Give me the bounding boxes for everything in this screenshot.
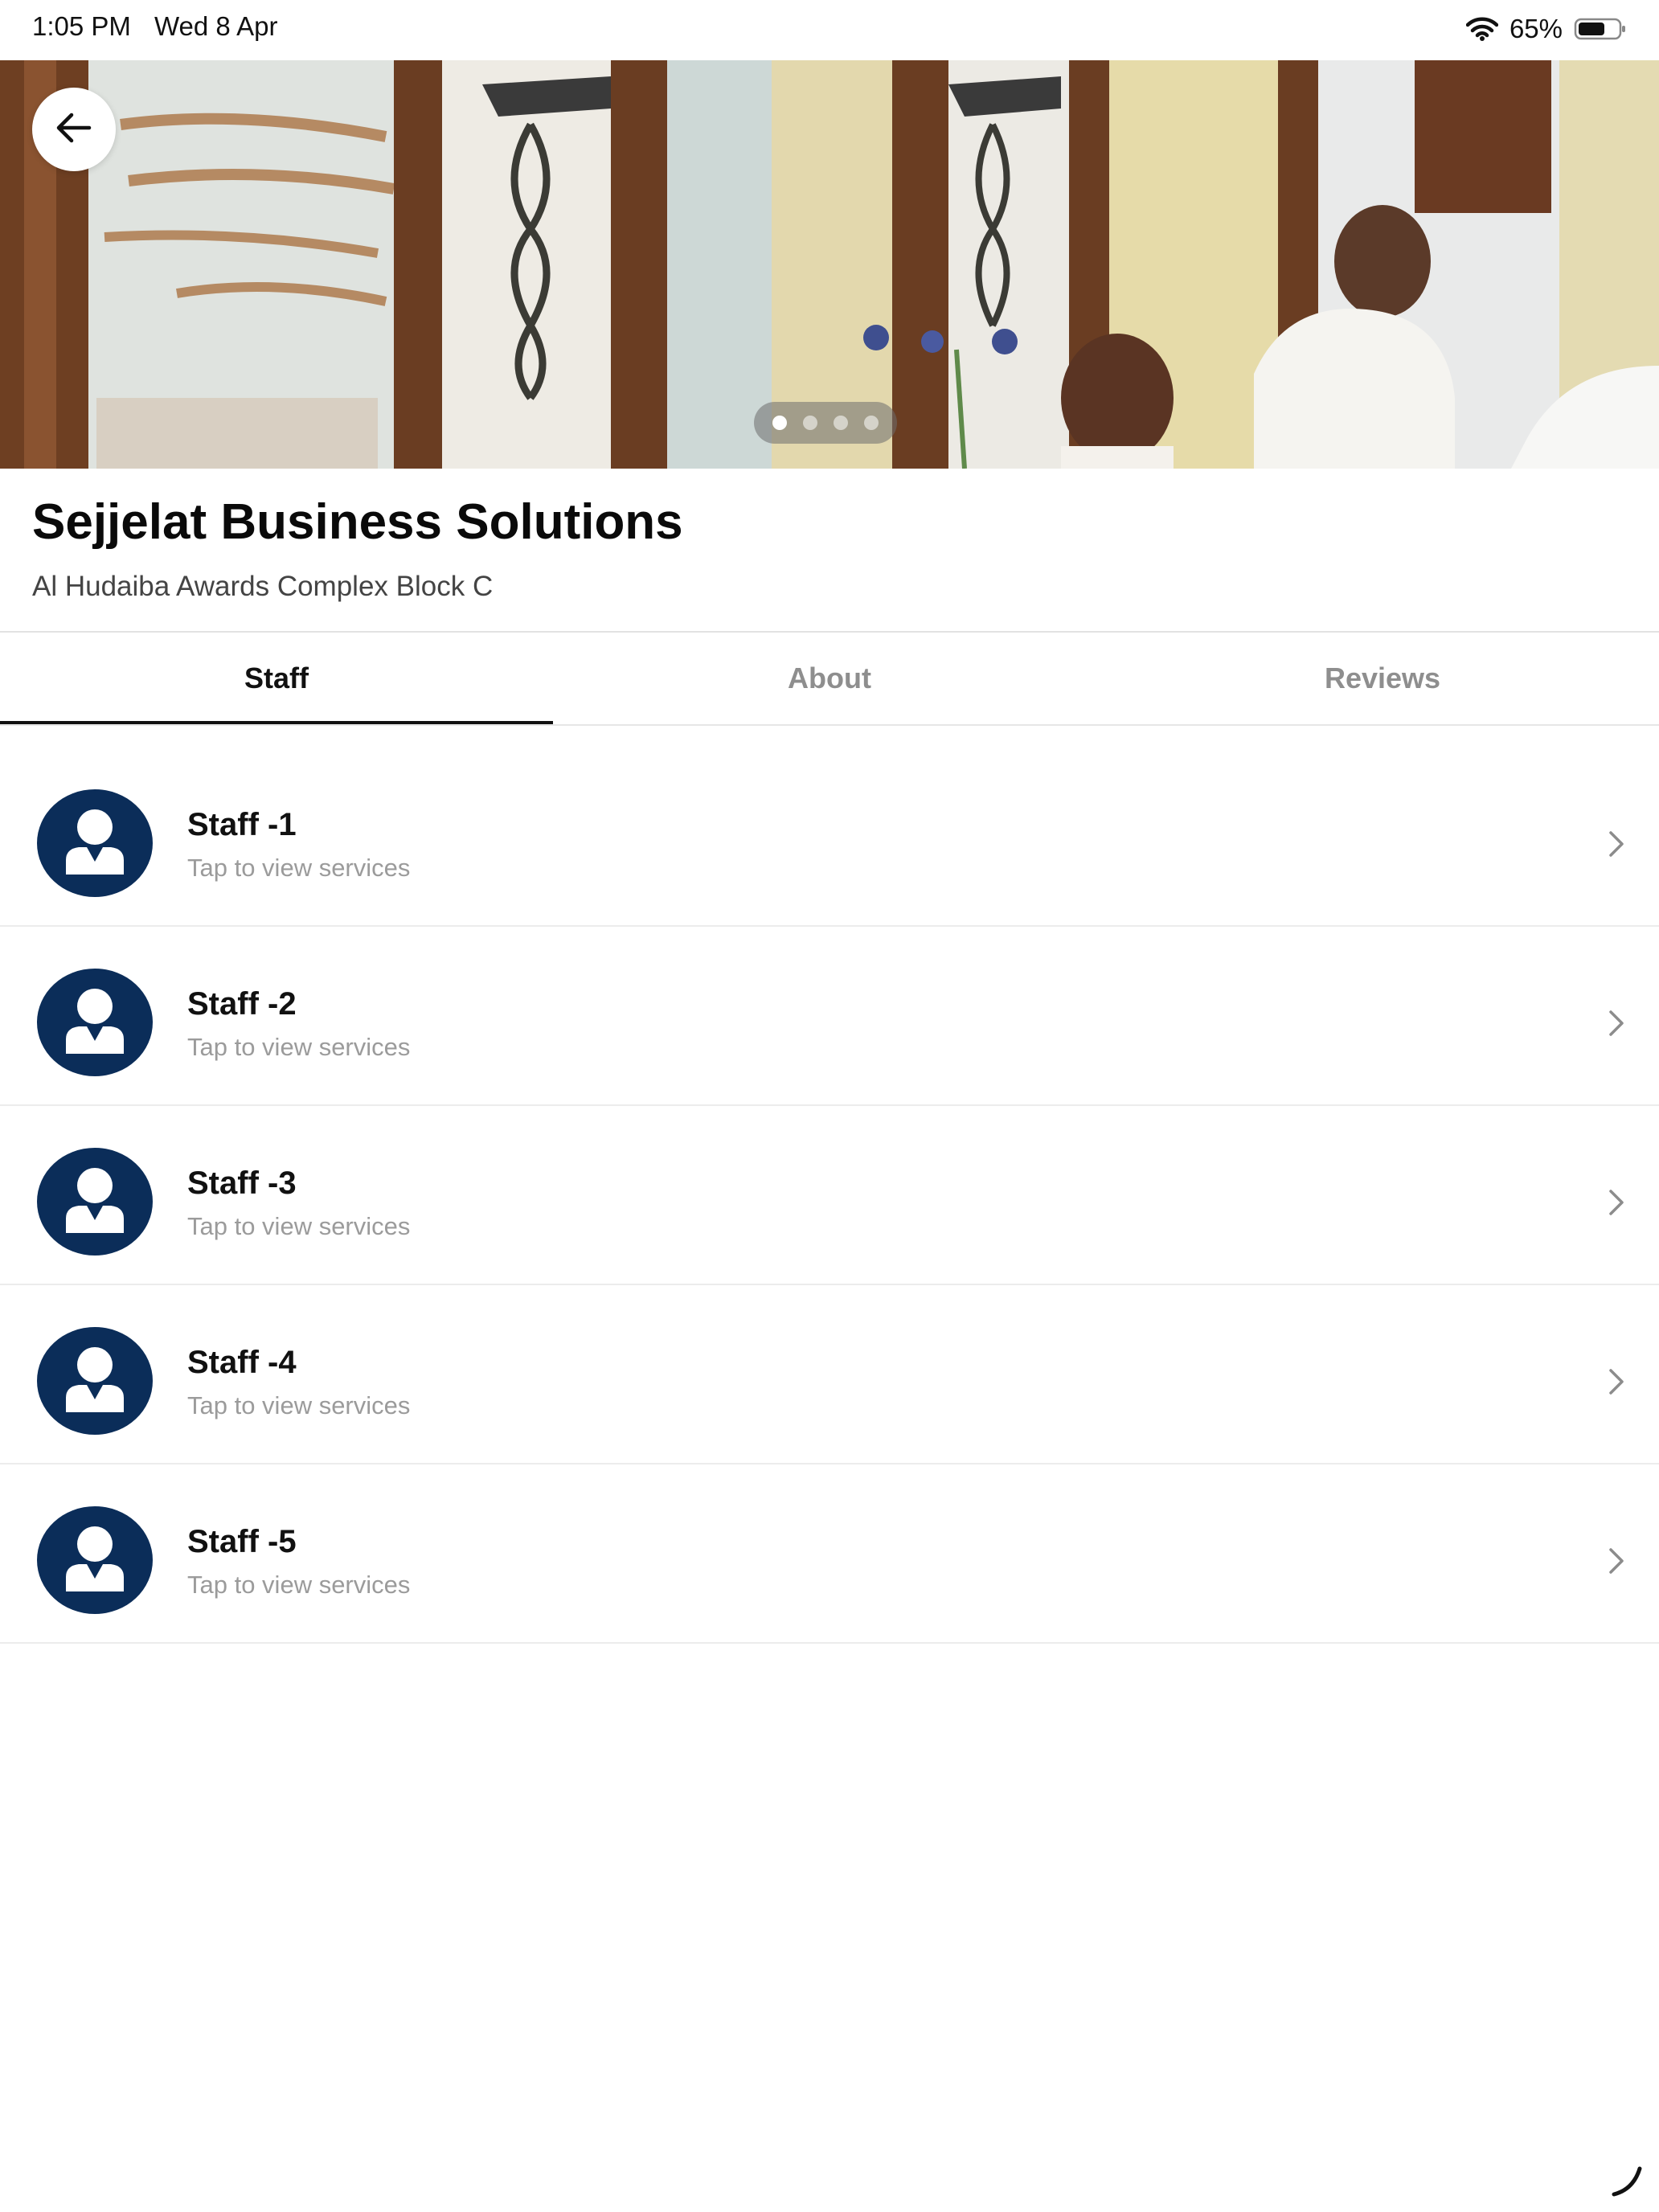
staff-list-item[interactable]: Staff -2 Tap to view services [0, 927, 1659, 1106]
staff-name: Staff -2 [187, 986, 297, 1022]
staff-subtitle: Tap to view services [187, 1571, 411, 1599]
staff-list-item[interactable]: Staff -1 Tap to view services [0, 748, 1659, 927]
carousel-dot[interactable] [834, 416, 848, 430]
arrow-left-icon [55, 112, 92, 148]
staff-list: Staff -1 Tap to view services Staff -2 T… [0, 748, 1659, 1644]
staff-name: Staff -1 [187, 807, 297, 842]
avatar-person-icon [37, 1327, 153, 1435]
back-button[interactable] [32, 88, 116, 171]
avatar-person-icon [37, 1506, 153, 1614]
status-bar: 1:05 PM Wed 8 Apr 65% [0, 0, 1659, 60]
staff-name: Staff -5 [187, 1524, 297, 1559]
avatar-person-icon [37, 1148, 153, 1256]
staff-list-item[interactable]: Staff -3 Tap to view services [0, 1106, 1659, 1285]
chevron-right-icon [1604, 1366, 1628, 1398]
business-name: Sejjelat Business Solutions [32, 494, 683, 550]
battery-percent: 65% [1509, 14, 1563, 43]
staff-list-item[interactable]: Staff -5 Tap to view services [0, 1464, 1659, 1644]
staff-subtitle: Tap to view services [187, 1033, 411, 1061]
avatar-person-icon [37, 789, 153, 897]
status-date: Wed 8 Apr [154, 11, 278, 41]
divider [0, 724, 1659, 726]
hero-image-carousel[interactable] [0, 60, 1659, 469]
chevron-right-icon [1604, 828, 1628, 860]
wifi-icon [1465, 17, 1498, 41]
staff-name: Staff -4 [187, 1345, 297, 1380]
staff-subtitle: Tap to view services [187, 1212, 411, 1240]
staff-list-item[interactable]: Staff -4 Tap to view services [0, 1285, 1659, 1464]
staff-subtitle: Tap to view services [187, 854, 411, 882]
staff-subtitle: Tap to view services [187, 1391, 411, 1419]
status-indicators: 65% [1465, 11, 1627, 47]
tab-staff[interactable]: Staff [0, 633, 553, 724]
status-time: 1:05 PM [32, 11, 131, 41]
tab-reviews[interactable]: Reviews [1106, 633, 1659, 724]
carousel-dot[interactable] [803, 416, 817, 430]
business-address: Al Hudaiba Awards Complex Block C [32, 571, 494, 602]
avatar-person-icon [37, 969, 153, 1076]
carousel-dot[interactable] [864, 416, 879, 430]
battery-icon [1574, 17, 1627, 41]
resize-handle-icon [1609, 2162, 1645, 2198]
chevron-right-icon [1604, 1545, 1628, 1577]
chevron-right-icon [1604, 1007, 1628, 1039]
tab-about[interactable]: About [553, 633, 1106, 724]
carousel-page-indicator[interactable] [754, 402, 897, 444]
chevron-right-icon [1604, 1186, 1628, 1219]
carousel-dot[interactable] [772, 416, 787, 430]
tab-bar: Staff About Reviews [0, 633, 1659, 724]
staff-name: Staff -3 [187, 1165, 297, 1201]
